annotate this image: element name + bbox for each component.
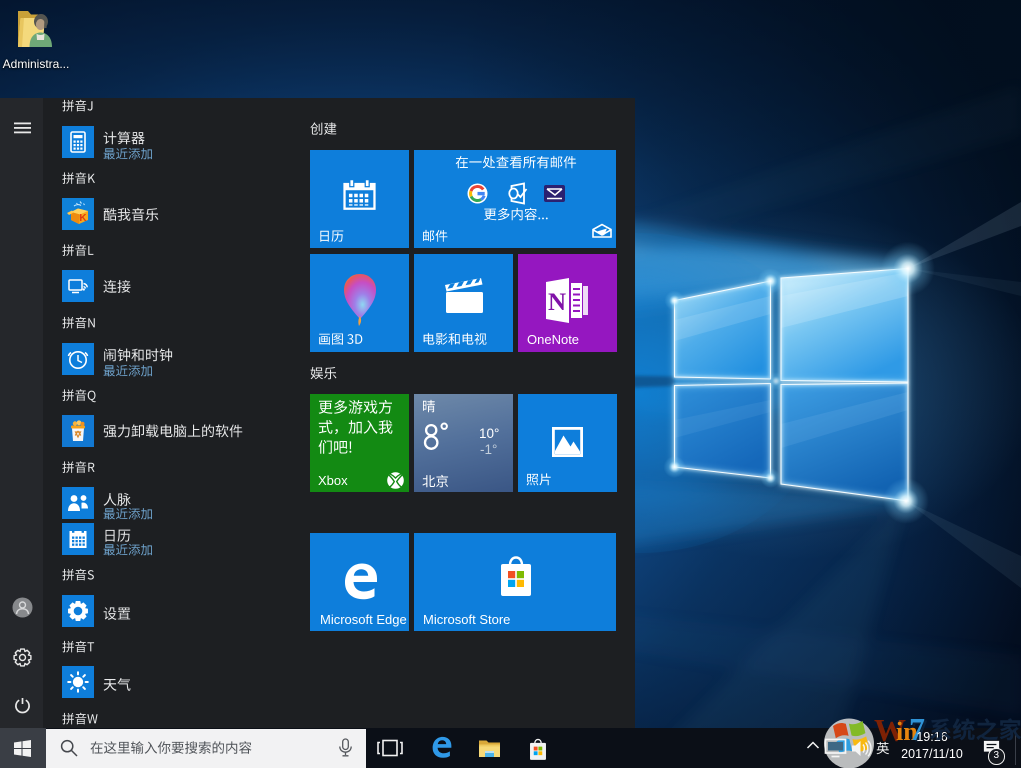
svg-text:N: N	[548, 289, 566, 316]
svg-text:K: K	[79, 213, 87, 224]
